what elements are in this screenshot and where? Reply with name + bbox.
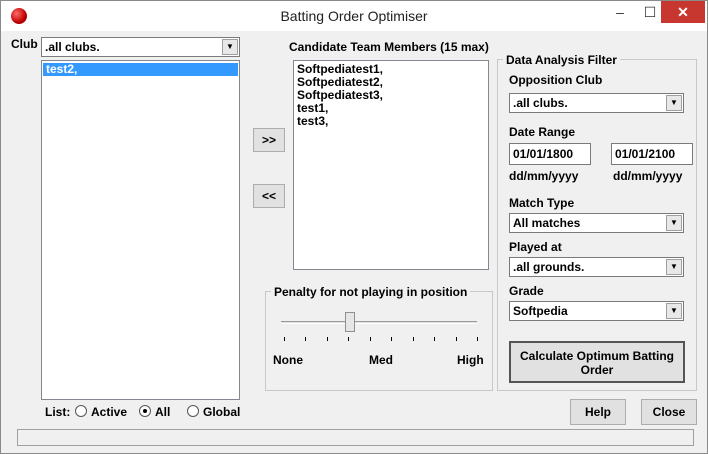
minimize-button[interactable]: – <box>605 1 635 23</box>
list-item[interactable]: test2, <box>43 63 238 76</box>
title-bar: Batting Order Optimiser – ☐ ✕ <box>1 1 707 31</box>
remove-member-button[interactable]: << <box>253 184 285 208</box>
penalty-none-label: None <box>273 353 303 367</box>
played-at-value: .all grounds. <box>513 260 585 274</box>
radio-all-label[interactable]: All <box>155 405 170 419</box>
window-title: Batting Order Optimiser <box>280 8 428 24</box>
opposition-club-combo[interactable]: .all clubs. ▼ <box>509 93 684 113</box>
date-from-hint: dd/mm/yyyy <box>509 169 579 183</box>
radio-global[interactable] <box>187 405 199 417</box>
candidates-title: Candidate Team Members (15 max) <box>289 40 489 54</box>
date-range-label: Date Range <box>509 125 576 139</box>
radio-active[interactable] <box>75 405 87 417</box>
chevron-down-icon[interactable]: ▼ <box>222 39 238 55</box>
slider-tick <box>305 337 306 341</box>
grade-combo[interactable]: Softpedia ▼ <box>509 301 684 321</box>
list-item[interactable]: test3, <box>294 115 488 128</box>
match-type-label: Match Type <box>509 196 575 210</box>
slider-tick <box>434 337 435 341</box>
club-label: Club <box>11 37 38 51</box>
played-at-combo[interactable]: .all grounds. ▼ <box>509 257 684 277</box>
penalty-group <box>265 291 493 391</box>
slider-tick <box>456 337 457 341</box>
penalty-high-label: High <box>457 353 484 367</box>
help-button[interactable]: Help <box>570 399 626 425</box>
close-window-button[interactable]: ✕ <box>661 1 705 23</box>
chevron-down-icon[interactable]: ▼ <box>666 303 682 319</box>
opposition-club-label: Opposition Club <box>509 73 603 87</box>
add-member-button[interactable]: >> <box>253 128 285 152</box>
filter-title: Data Analysis Filter <box>503 53 620 67</box>
list-filter-label: List: <box>45 405 71 419</box>
grade-label: Grade <box>509 284 544 298</box>
penalty-title: Penalty for not playing in position <box>271 285 471 299</box>
slider-tick <box>413 337 414 341</box>
match-type-value: All matches <box>513 216 581 230</box>
candidates-list[interactable]: Softpediatest1, Softpediatest2, Softpedi… <box>293 60 489 270</box>
grade-value: Softpedia <box>513 304 568 318</box>
slider-tick <box>284 337 285 341</box>
chevron-down-icon[interactable]: ▼ <box>666 215 682 231</box>
match-type-combo[interactable]: All matches ▼ <box>509 213 684 233</box>
status-bar <box>17 429 694 446</box>
date-from-field[interactable]: 01/01/1800 <box>509 143 591 165</box>
club-combo-value: .all clubs. <box>45 40 100 54</box>
main-window: Batting Order Optimiser – ☐ ✕ Club .all … <box>0 0 708 454</box>
slider-tick <box>327 337 328 341</box>
opposition-club-value: .all clubs. <box>513 96 568 110</box>
calculate-batting-order-button[interactable]: Calculate Optimum Batting Order <box>509 341 685 383</box>
penalty-med-label: Med <box>369 353 393 367</box>
slider-tick <box>370 337 371 341</box>
chevron-down-icon[interactable]: ▼ <box>666 95 682 111</box>
radio-active-label[interactable]: Active <box>91 405 127 419</box>
radio-global-label[interactable]: Global <box>203 405 240 419</box>
penalty-slider-thumb[interactable] <box>344 312 355 332</box>
radio-all[interactable] <box>139 405 151 417</box>
date-to-field[interactable]: 01/01/2100 <box>611 143 693 165</box>
slider-tick <box>477 337 478 341</box>
slider-tick <box>391 337 392 341</box>
close-button[interactable]: Close <box>641 399 697 425</box>
club-members-list[interactable]: test2, <box>41 60 240 400</box>
date-to-hint: dd/mm/yyyy <box>613 169 683 183</box>
played-at-label: Played at <box>509 240 562 254</box>
club-combo[interactable]: .all clubs. ▼ <box>41 37 240 57</box>
slider-tick <box>348 337 349 341</box>
chevron-down-icon[interactable]: ▼ <box>666 259 682 275</box>
penalty-slider-track[interactable] <box>281 321 477 324</box>
